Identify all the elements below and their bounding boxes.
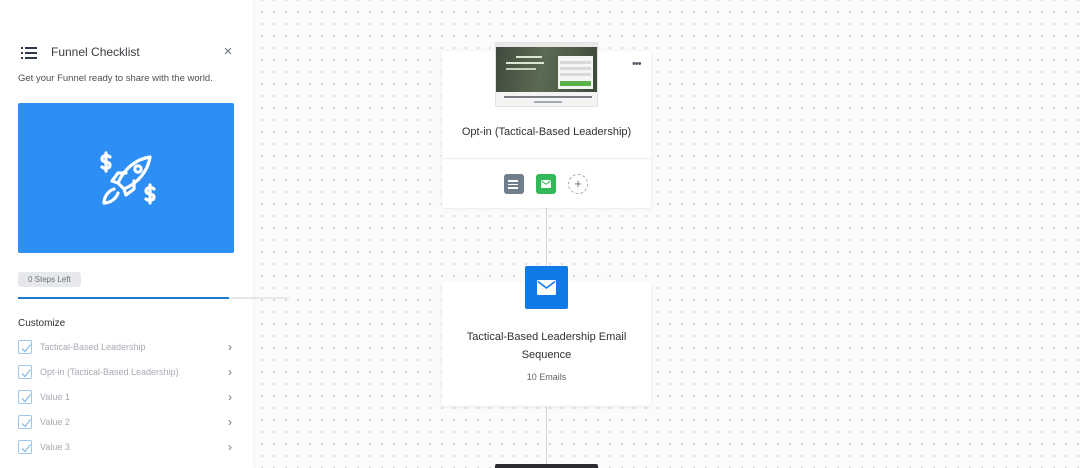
mail-icon[interactable]	[536, 174, 556, 194]
add-step-icon[interactable]: +	[568, 174, 588, 194]
chevron-right-icon: ›	[228, 340, 232, 354]
list-icon	[21, 47, 37, 59]
checkbox-checked-icon	[18, 415, 32, 429]
checklist-item[interactable]: Opt-in (Tactical-Based Leadership) ›	[18, 365, 234, 381]
next-step-node[interactable]	[495, 464, 598, 468]
optin-card-title: Opt-in (Tactical-Based Leadership)	[461, 126, 632, 138]
optin-page-thumbnail[interactable]	[495, 42, 598, 107]
section-title: Customize	[18, 318, 66, 329]
checkbox-checked-icon	[18, 440, 32, 454]
checklist-header: Funnel Checklist ×	[18, 43, 236, 62]
mail-icon	[525, 266, 568, 309]
email-sequence-title: Tactical-Based Leadership Email Sequence	[466, 331, 627, 361]
funnel-checklist-panel: Funnel Checklist × Get your Funnel ready…	[0, 0, 289, 468]
checklist-subtitle: Get your Funnel ready to share with the …	[18, 73, 213, 84]
card-divider	[442, 158, 651, 159]
checklist-progress-bar	[18, 297, 289, 299]
checklist-item-label: Value 2	[40, 417, 70, 427]
steps-left-badge: 0 Steps Left	[18, 272, 81, 287]
checklist-item-label: Tactical-Based Leadership	[40, 342, 146, 352]
checkbox-checked-icon	[18, 390, 32, 404]
more-options-icon[interactable]: •••	[632, 58, 642, 70]
checklist-item-label: Value 1	[40, 392, 70, 402]
list-icon[interactable]	[504, 174, 524, 194]
chevron-right-icon: ›	[228, 415, 232, 429]
chevron-right-icon: ›	[228, 440, 232, 454]
checklist-item[interactable]: Value 1 ›	[18, 390, 234, 406]
checklist-progress-fill	[18, 297, 230, 299]
checklist-title: Funnel Checklist	[51, 45, 140, 59]
email-count: 10 Emails	[526, 372, 567, 382]
checklist-item-label: Value 3	[40, 442, 70, 452]
checklist-item[interactable]: Value 3 ›	[18, 440, 234, 456]
checklist-hero-banner	[18, 103, 234, 253]
checklist-item[interactable]: Value 2 ›	[18, 415, 234, 431]
checkbox-checked-icon	[18, 340, 32, 354]
checkbox-checked-icon	[18, 365, 32, 379]
chevron-right-icon: ›	[228, 390, 232, 404]
checklist-item[interactable]: Tactical-Based Leadership ›	[18, 340, 234, 356]
checklist-item-label: Opt-in (Tactical-Based Leadership)	[40, 367, 179, 377]
rocket-dollar-icon	[100, 151, 156, 205]
close-icon[interactable]: ×	[220, 43, 236, 61]
chevron-right-icon: ›	[228, 365, 232, 379]
